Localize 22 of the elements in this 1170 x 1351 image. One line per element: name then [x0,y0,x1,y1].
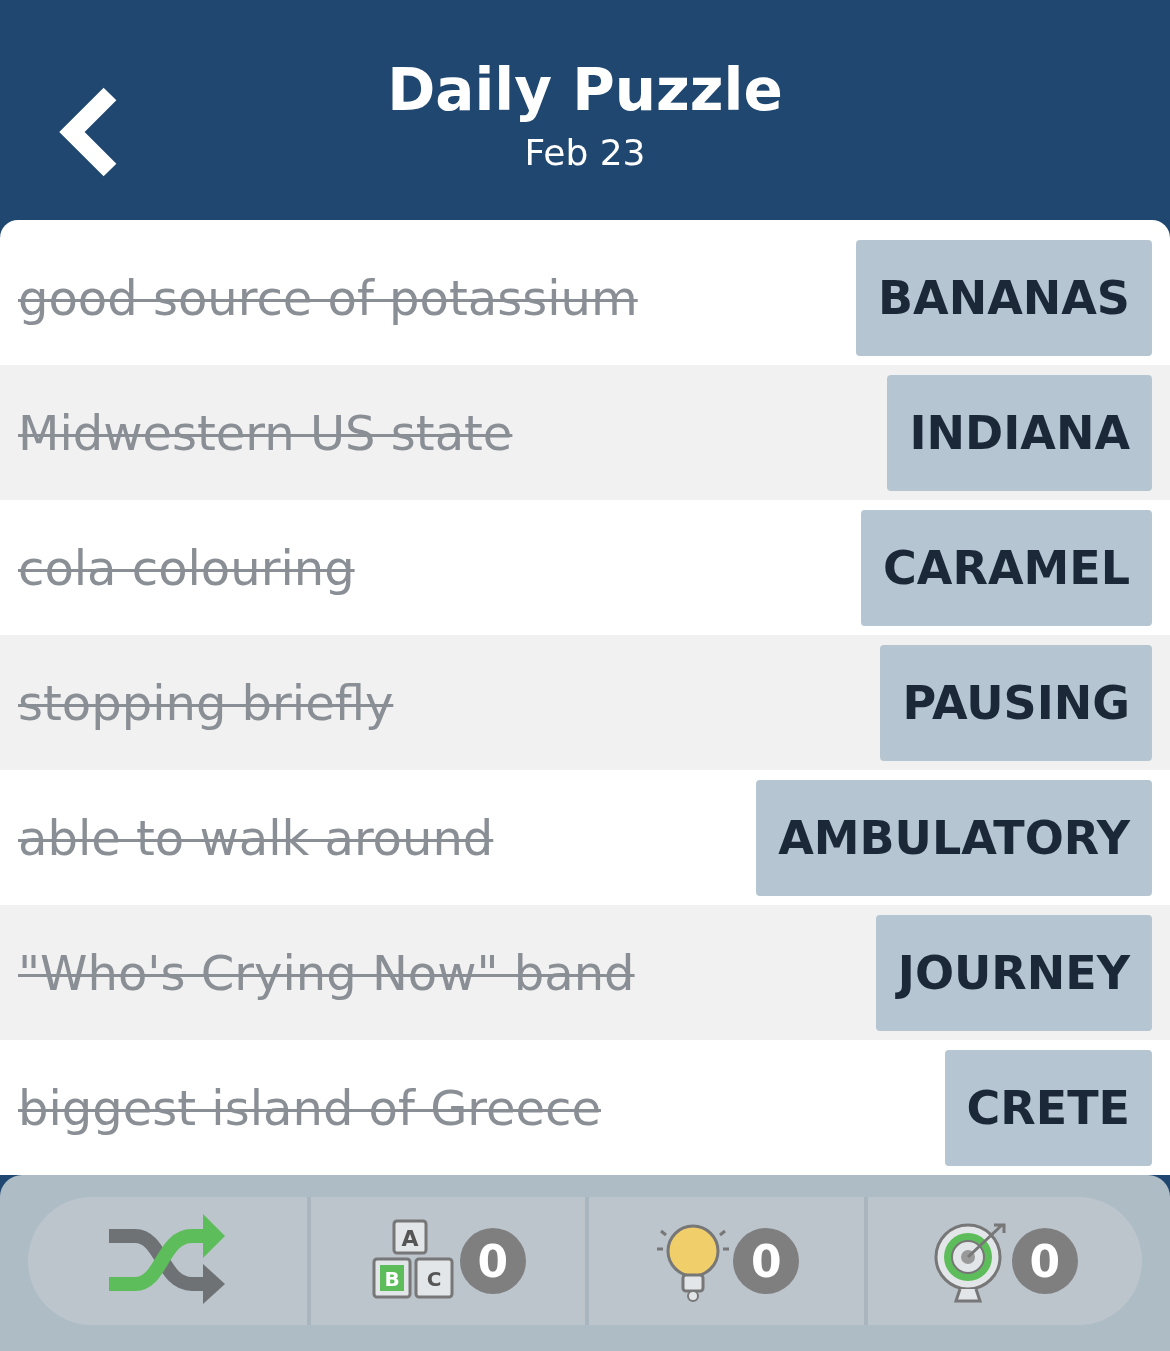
count-badge: 0 [733,1228,800,1294]
answer-tile[interactable]: BANANAS [856,239,1152,356]
answer-tile[interactable]: CARAMEL [861,509,1152,626]
letters-button[interactable]: A B C 0 [361,1211,534,1311]
clue-text: able to walk around [18,809,494,866]
answer-tile[interactable]: CRETE [944,1049,1152,1166]
clue-text: stopping briefly [18,674,394,731]
answer-tile[interactable]: PAUSING [880,644,1152,761]
clue-text: good source of potassium [18,269,638,326]
clue-text: cola colouring [18,539,355,596]
count-badge: 0 [459,1228,526,1294]
puzzle-date: Feb 23 [524,131,646,173]
answer-tile[interactable]: AMBULATORY [756,779,1152,896]
answer-tile[interactable]: JOURNEY [875,914,1152,1031]
hint-button[interactable]: 0 [645,1211,808,1311]
answer-tile[interactable]: INDIANA [887,374,1152,491]
screen-title: Daily Puzzle [387,55,783,124]
clue-text: biggest island of Greece [18,1079,601,1136]
clue-text: "Who's Crying Now" band [18,944,635,1001]
count-badge: 0 [1011,1228,1078,1294]
clue-text: Midwestern US state [18,404,513,461]
target-button[interactable]: 0 [923,1211,1086,1311]
